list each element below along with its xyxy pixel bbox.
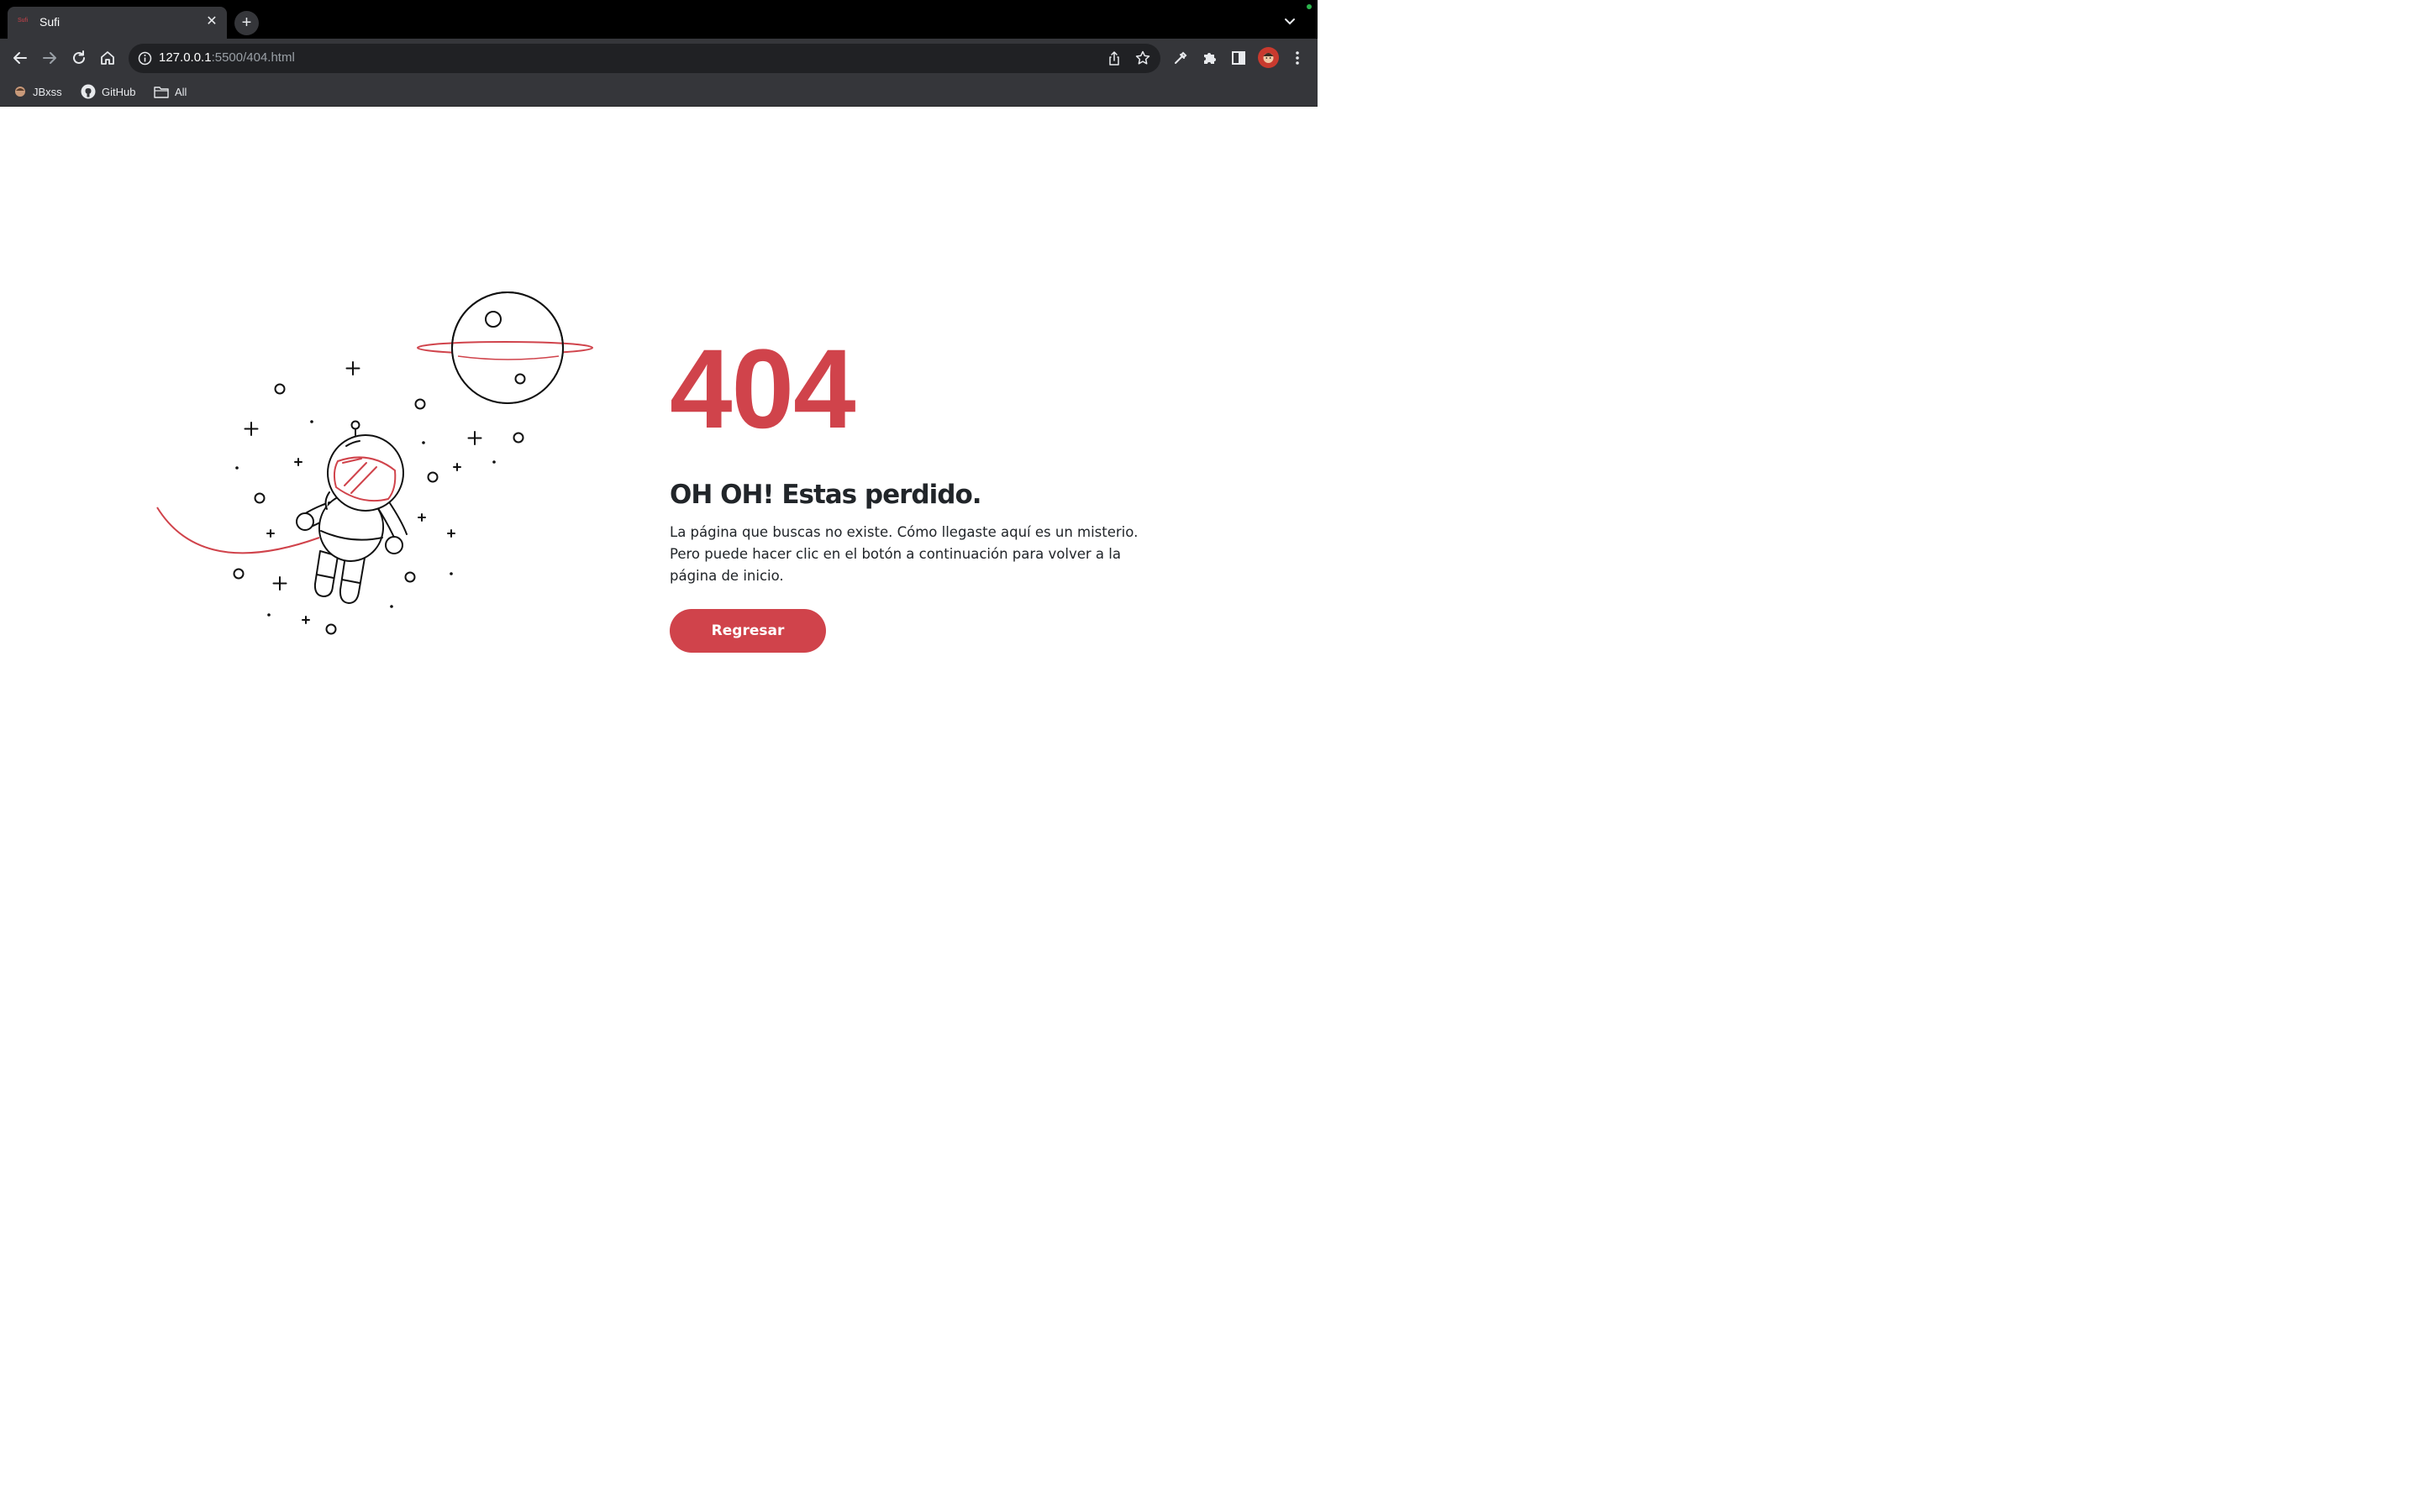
bookmark-label: GitHub [102, 85, 136, 98]
browser-tab[interactable]: Sufi Sufi ✕ [8, 7, 227, 39]
home-icon [101, 51, 114, 65]
site-info-icon[interactable] [138, 51, 152, 66]
profile-avatar[interactable] [1258, 47, 1279, 68]
error-code: 404 [670, 327, 856, 452]
browser-toolbar: 127.0.0.1:5500/404.html [0, 39, 1318, 76]
home-button[interactable] [96, 46, 119, 70]
error-content: 404 OH OH! Estas perdido. La página que … [670, 333, 1174, 653]
address-bar[interactable]: 127.0.0.1:5500/404.html [129, 44, 1160, 73]
bookmark-star-icon[interactable] [1134, 50, 1151, 66]
eyedropper-extension-button[interactable] [1171, 48, 1191, 68]
reload-icon [73, 50, 85, 64]
kebab-menu-icon [1296, 51, 1299, 65]
avatar-icon [15, 87, 25, 97]
tether-line [156, 507, 320, 554]
planet-icon [417, 291, 593, 404]
github-icon [81, 84, 96, 99]
recording-indicator [1307, 4, 1312, 9]
tab-title: Sufi [39, 15, 60, 29]
error-heading: OH OH! Estas perdido. [670, 480, 982, 510]
eyedropper-icon [1175, 51, 1187, 64]
url-host: 127.0.0.1 [159, 50, 212, 65]
bookmark-github[interactable]: GitHub [81, 83, 135, 100]
puzzle-icon [1204, 53, 1216, 64]
browser-menu-button[interactable] [1287, 48, 1307, 68]
astronaut-illustration [156, 291, 593, 635]
bookmark-all[interactable]: All [154, 83, 187, 100]
url-path: :5500/404.html [211, 50, 295, 65]
back-button[interactable] [8, 46, 32, 70]
forward-arrow-icon [43, 52, 56, 64]
bookmark-jbxss[interactable]: JBxss [13, 83, 62, 100]
tab-favicon-icon: Sufi [18, 18, 29, 24]
profile-face-icon [1263, 53, 1274, 63]
astronaut-icon [296, 420, 408, 604]
extensions-button[interactable] [1200, 48, 1220, 68]
page-body: 404 OH OH! Estas perdido. La página que … [0, 107, 1318, 823]
bookmark-label: All [175, 85, 187, 98]
address-url: 127.0.0.1:5500/404.html [159, 50, 295, 65]
share-icon[interactable] [1106, 50, 1123, 67]
forward-button[interactable] [38, 46, 61, 70]
reload-button[interactable] [67, 46, 91, 70]
bookmarks-bar: JBxss GitHub All [0, 76, 1318, 107]
bookmark-label: JBxss [33, 85, 62, 98]
back-arrow-icon [13, 52, 27, 64]
back-home-button[interactable]: Regresar [670, 609, 826, 653]
new-tab-button[interactable]: + [234, 11, 259, 35]
tab-search-chevron-icon[interactable] [1281, 12, 1299, 30]
folder-icon [154, 87, 169, 98]
tab-close-icon[interactable]: ✕ [204, 14, 219, 29]
error-description: La página que buscas no existe. Cómo lle… [670, 524, 1139, 584]
side-panel-icon [1232, 51, 1245, 65]
side-panel-button[interactable] [1228, 48, 1249, 68]
tab-strip: Sufi Sufi ✕ + [0, 0, 1318, 39]
